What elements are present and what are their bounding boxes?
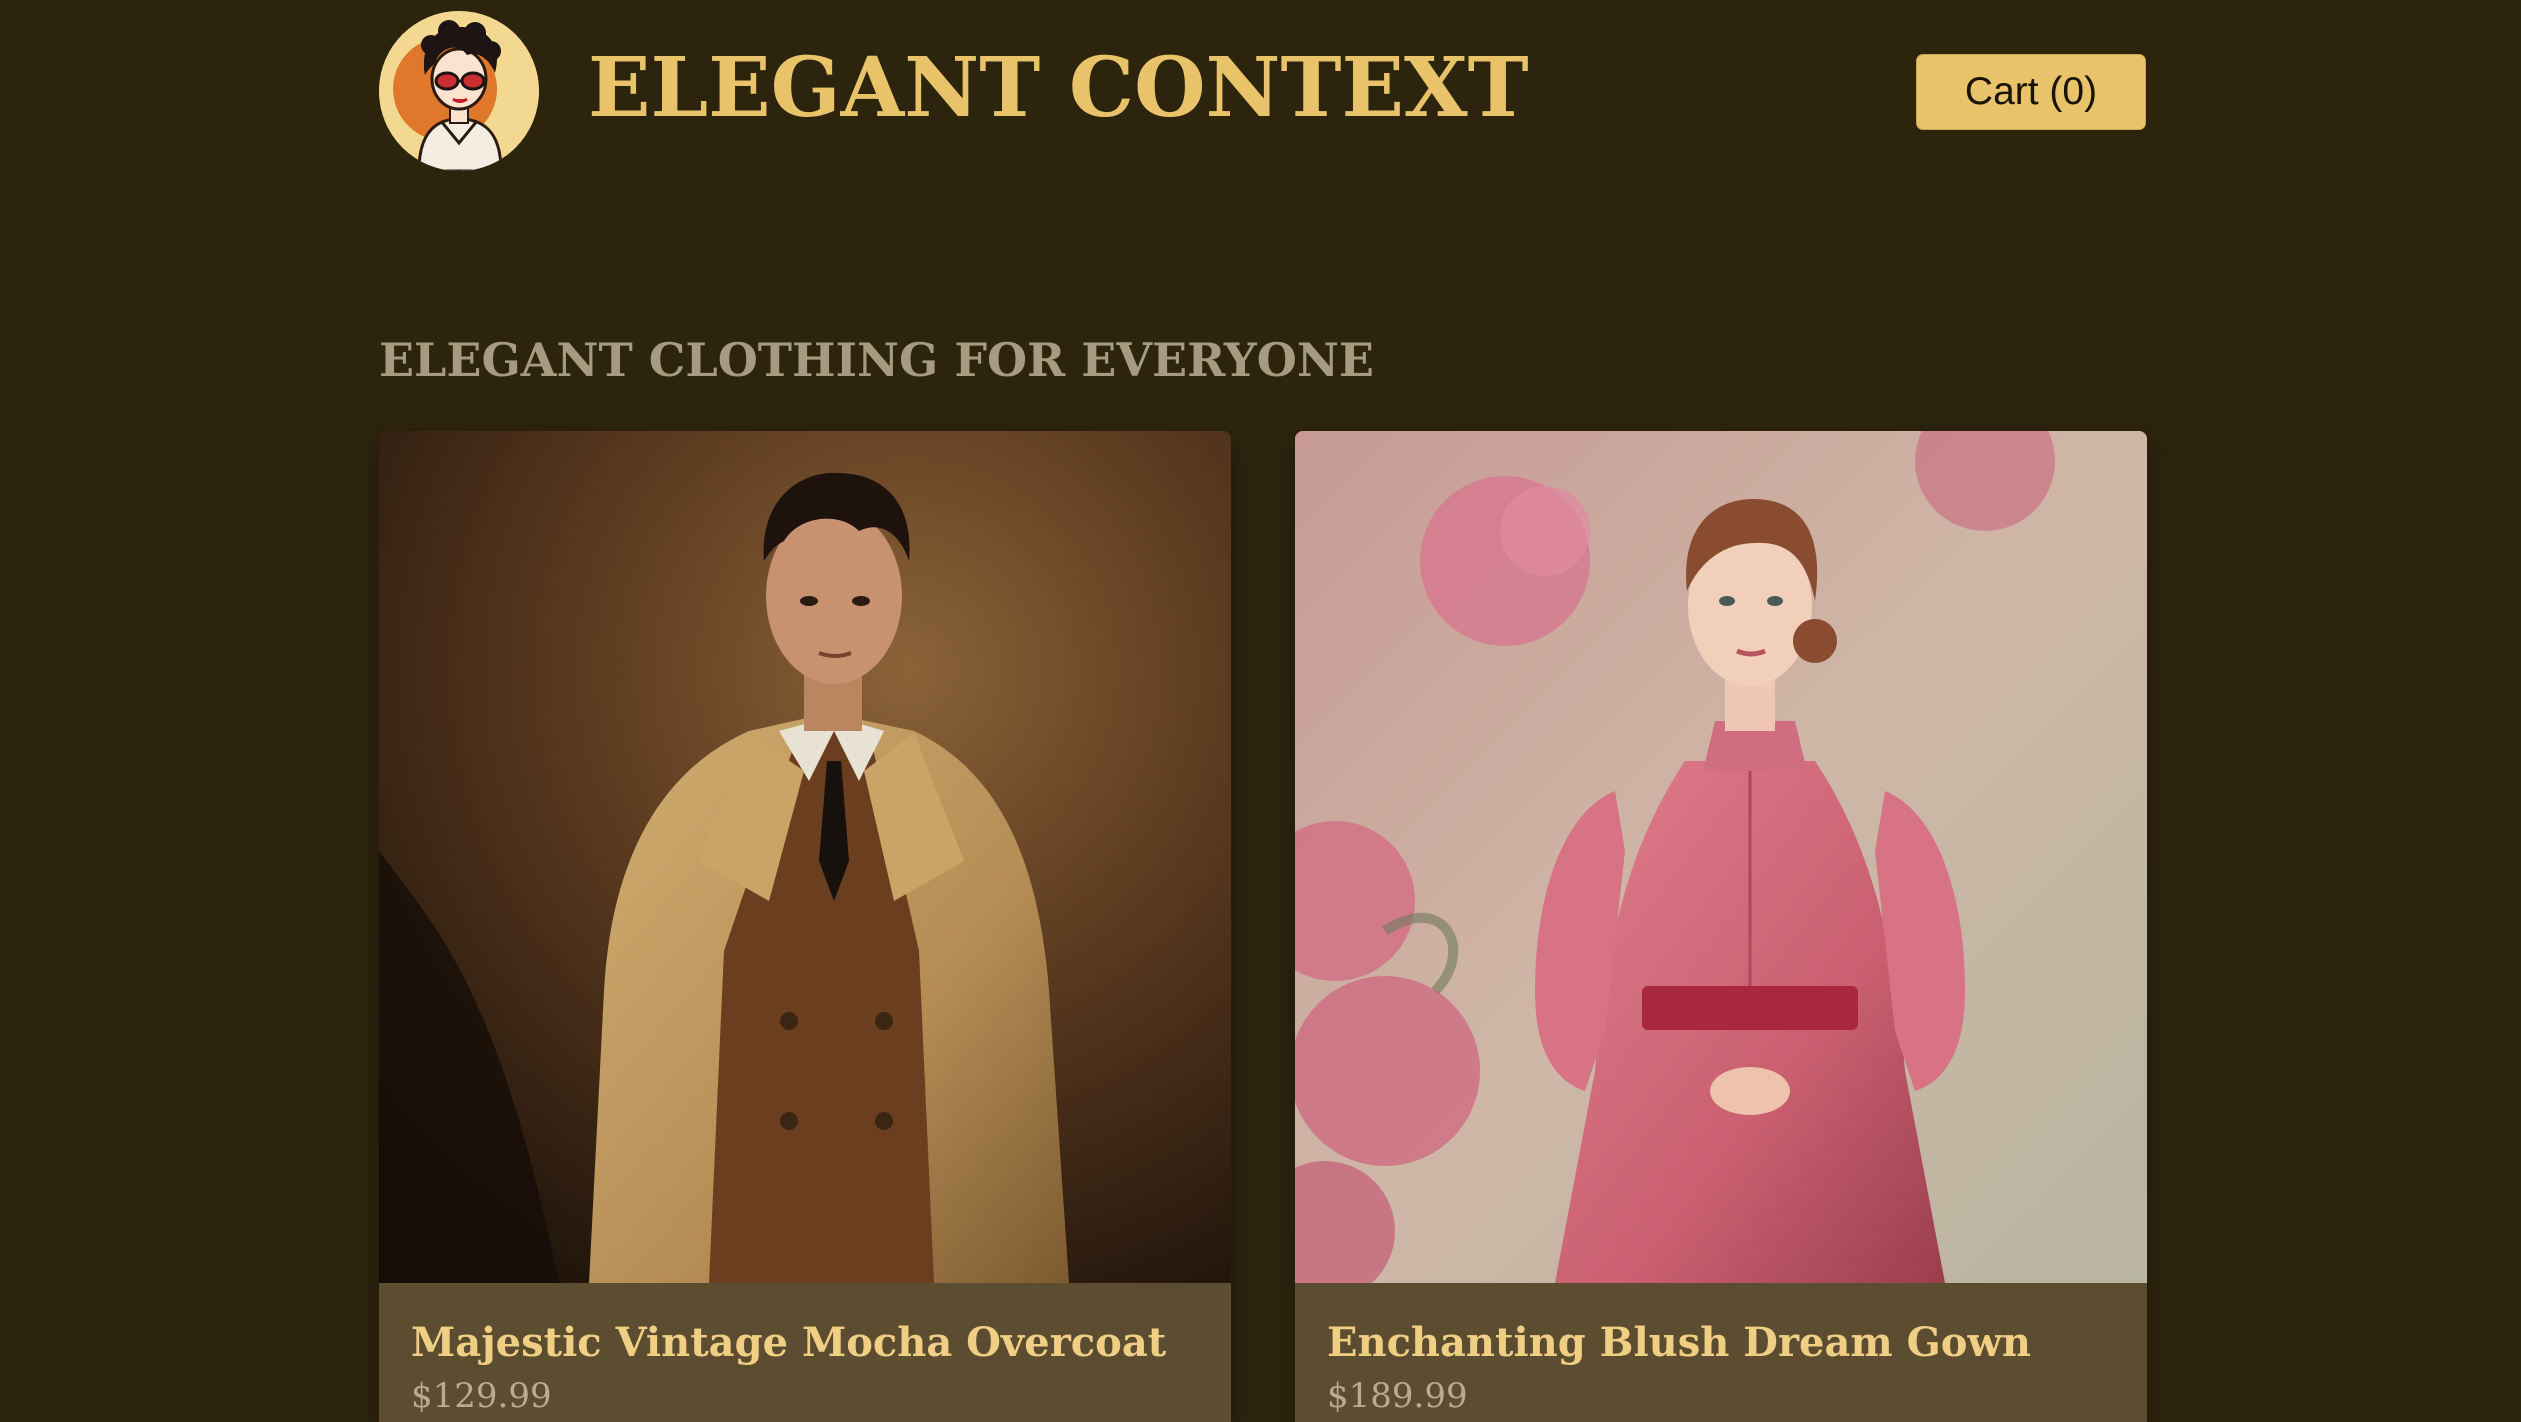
site-header: ELEGANT CONTEXT Cart (0) [0,0,2521,190]
section-title: ELEGANT CLOTHING FOR EVERYONE [379,333,1374,387]
product-image-gown[interactable] [1295,431,2147,1283]
product-card[interactable]: Majestic Vintage Mocha Overcoat $129.99 [379,431,1231,1422]
product-name[interactable]: Majestic Vintage Mocha Overcoat [411,1317,1166,1369]
cart-button[interactable]: Cart (0) [1916,54,2146,130]
product-price: $129.99 [411,1376,552,1416]
site-title[interactable]: ELEGANT CONTEXT [588,38,1529,138]
brand-logo-icon[interactable] [379,11,539,171]
product-image-overcoat[interactable] [379,431,1231,1283]
product-name[interactable]: Enchanting Blush Dream Gown [1327,1317,2031,1369]
product-card[interactable]: Enchanting Blush Dream Gown $189.99 [1295,431,2147,1422]
product-price: $189.99 [1327,1376,1468,1416]
